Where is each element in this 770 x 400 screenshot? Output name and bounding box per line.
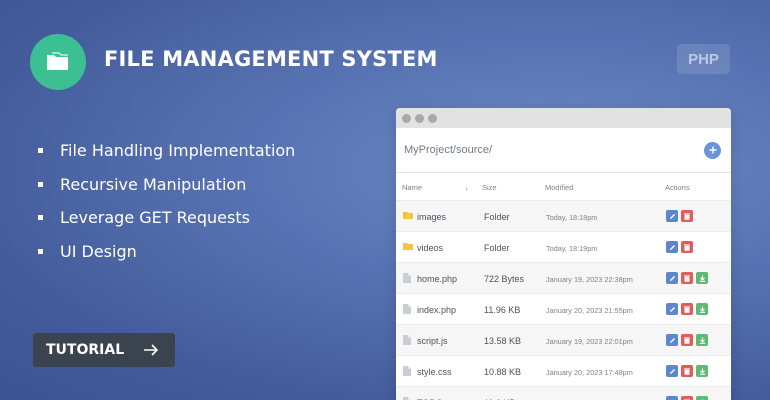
feature-item: File Handling Implementation xyxy=(38,134,295,168)
row-actions xyxy=(666,334,711,346)
delete-icon[interactable] xyxy=(681,303,693,315)
file-size: 10.88 KB xyxy=(484,367,522,377)
file-name[interactable]: images xyxy=(417,212,446,222)
feature-item: UI Design xyxy=(38,235,295,269)
edit-icon[interactable] xyxy=(666,210,678,222)
edit-icon[interactable] xyxy=(666,241,678,253)
file-size: Folder xyxy=(484,212,510,222)
php-badge: PHP xyxy=(677,44,730,74)
download-icon[interactable] xyxy=(696,272,708,284)
file-modified: January 19, 2023 22:01pm xyxy=(546,337,633,346)
arrow-right-icon xyxy=(144,344,159,356)
feature-list: File Handling Implementation Recursive M… xyxy=(38,134,295,268)
edit-icon[interactable] xyxy=(666,396,678,400)
edit-icon[interactable] xyxy=(666,303,678,315)
bullet-icon xyxy=(38,248,43,254)
feature-item: Leverage GET Requests xyxy=(38,201,295,235)
plus-icon xyxy=(709,146,716,154)
delete-icon[interactable] xyxy=(681,272,693,284)
row-actions xyxy=(666,303,711,315)
file-name[interactable]: style.css xyxy=(417,367,452,377)
download-icon[interactable] xyxy=(696,396,708,400)
feature-label: Recursive Manipulation xyxy=(60,174,247,194)
file-row[interactable]: script.js 13.58 KB January 19, 2023 22:01p… xyxy=(396,325,731,356)
file-manager-window: MyProject/source/ Name ↓ Size Modified A… xyxy=(396,108,731,400)
file-name[interactable]: script.js xyxy=(417,336,448,346)
edit-icon[interactable] xyxy=(666,365,678,377)
column-header-actions: Actions xyxy=(665,183,690,192)
tutorial-button-label: TUTORIAL xyxy=(46,342,125,358)
add-button[interactable] xyxy=(704,141,721,159)
file-icon xyxy=(403,335,411,347)
file-size: 11.96 KB xyxy=(484,305,521,315)
current-path: MyProject/source/ xyxy=(404,144,493,156)
file-size: Folder xyxy=(484,243,510,253)
download-icon[interactable] xyxy=(696,334,708,346)
column-header-size[interactable]: Size xyxy=(482,183,497,192)
file-name[interactable]: videos xyxy=(417,243,443,253)
file-name[interactable]: index.php xyxy=(417,305,456,315)
folder-icon xyxy=(403,242,413,252)
file-size: 722 Bytes xyxy=(484,274,525,284)
file-size: 13.58 KB xyxy=(484,336,522,346)
bullet-icon xyxy=(38,181,43,187)
window-dot[interactable] xyxy=(402,113,411,123)
edit-icon[interactable] xyxy=(666,334,678,346)
file-modified: January 20, 2023 17:48pm xyxy=(546,368,633,377)
bullet-icon xyxy=(38,148,43,154)
file-row[interactable]: home.php 722 Bytes January 19, 2023 22:38p… xyxy=(396,263,731,294)
path-bar: MyProject/source/ xyxy=(396,128,731,173)
delete-icon[interactable] xyxy=(681,365,693,377)
feature-label: UI Design xyxy=(60,241,137,261)
download-icon[interactable] xyxy=(696,365,708,377)
download-icon[interactable] xyxy=(696,303,708,315)
feature-label: File Handling Implementation xyxy=(60,141,296,161)
row-actions xyxy=(666,241,696,253)
row-actions xyxy=(666,272,711,284)
delete-icon[interactable] xyxy=(681,334,693,346)
column-header-name[interactable]: Name xyxy=(402,183,422,192)
file-modified: Today, 18:19pm xyxy=(546,244,598,253)
file-row[interactable]: TODO.txt11.6 KBToday, 18:17pm xyxy=(396,387,731,400)
file-icon xyxy=(403,273,411,285)
feature-item: Recursive Manipulation xyxy=(38,168,295,202)
feature-label: Leverage GET Requests xyxy=(60,208,250,228)
file-modified: January 20, 2023 21:55pm xyxy=(546,306,633,315)
row-actions xyxy=(666,210,696,222)
file-row[interactable]: index.php 11.96 KB January 20, 2023 21:55p… xyxy=(396,294,731,325)
delete-icon[interactable] xyxy=(681,210,693,222)
file-modified: January 19, 2023 22:38pm xyxy=(546,275,633,284)
file-name[interactable]: home.php xyxy=(417,274,457,284)
table-header: Name ↓ Size Modified Actions xyxy=(396,173,731,201)
file-icon xyxy=(403,304,411,316)
delete-icon[interactable] xyxy=(681,241,693,253)
window-dot[interactable] xyxy=(428,113,437,123)
file-list: images Folder Today, 18:18pm videos Folder To… xyxy=(396,201,731,400)
sort-arrow-icon[interactable]: ↓ xyxy=(465,183,469,192)
delete-icon[interactable] xyxy=(681,396,693,400)
file-row[interactable]: style.css 10.88 KB January 20, 2023 17:48p… xyxy=(396,356,731,387)
window-dot[interactable] xyxy=(415,113,424,123)
page-title: FILE MANAGEMENT SYSTEM xyxy=(104,47,438,71)
window-titlebar xyxy=(396,108,731,128)
edit-icon[interactable] xyxy=(666,272,678,284)
file-icon xyxy=(403,366,411,378)
column-header-modified[interactable]: Modified xyxy=(545,183,573,192)
file-modified: Today, 18:18pm xyxy=(546,213,598,222)
row-actions xyxy=(666,365,711,377)
tutorial-button[interactable]: TUTORIAL xyxy=(33,333,175,367)
bullet-icon xyxy=(38,215,43,221)
row-actions xyxy=(666,396,711,400)
file-row[interactable]: images Folder Today, 18:18pm xyxy=(396,201,731,232)
folder-icon xyxy=(47,52,68,70)
logo xyxy=(30,34,86,90)
folder-icon xyxy=(403,211,413,221)
file-row[interactable]: videos Folder Today, 18:19pm xyxy=(396,232,731,263)
